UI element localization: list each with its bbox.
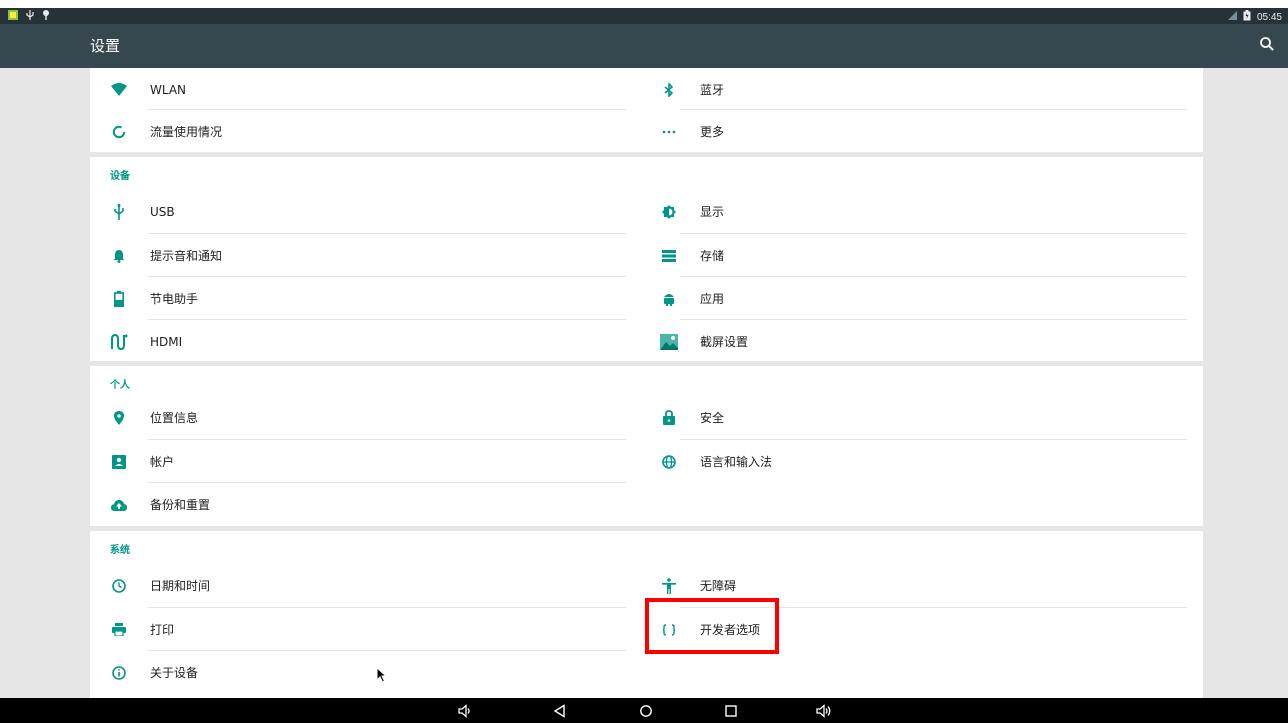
search-icon[interactable] <box>1258 35 1276 53</box>
bell-icon <box>110 247 128 265</box>
accessibility-icon <box>660 577 678 595</box>
setting-label: 蓝牙 <box>700 83 725 97</box>
lock-icon <box>660 409 678 427</box>
setting-label: 显示 <box>700 205 725 219</box>
globe-icon <box>660 453 678 471</box>
usb-notification-icon <box>26 10 34 23</box>
setting-label: 备份和重置 <box>150 498 211 512</box>
setting-label: 存储 <box>700 249 725 263</box>
setting-usb[interactable]: USB <box>90 190 605 233</box>
setting-label: 节电助手 <box>150 292 199 306</box>
setting-language[interactable]: 语言和输入法 <box>640 440 1185 483</box>
wifi-icon <box>110 81 128 99</box>
setting-label: 截屏设置 <box>700 335 749 349</box>
setting-date-time[interactable]: 日期和时间 <box>90 564 605 607</box>
info-icon <box>110 664 128 682</box>
app-bar: 设置 <box>0 24 1288 68</box>
status-icons-right: 05:45 <box>1227 10 1282 24</box>
section-header-system: 系统 <box>110 545 130 556</box>
storage-icon <box>660 247 678 265</box>
setting-security[interactable]: 安全 <box>640 396 1185 439</box>
setting-label: 流量使用情况 <box>150 125 223 139</box>
setting-apps[interactable]: 应用 <box>640 277 1185 320</box>
settings-canvas: WLAN 流量使用情况 蓝牙 更多 设备 USB 提示音和通知 节电助手 HDM… <box>0 68 1288 698</box>
setting-more[interactable]: 更多 <box>640 110 1185 153</box>
personal-card: 个人 位置信息 帐户 备份和重置 安全 语言和输入法 <box>90 366 1203 526</box>
page-title: 设置 <box>90 37 121 55</box>
mouse-cursor-icon <box>376 666 388 683</box>
setting-label: 应用 <box>700 292 725 306</box>
setting-sound[interactable]: 提示音和通知 <box>90 234 605 277</box>
setting-wlan[interactable]: WLAN <box>90 68 605 111</box>
setting-label: 更多 <box>700 125 725 139</box>
wireless-card: WLAN 流量使用情况 蓝牙 更多 <box>90 68 1203 152</box>
setting-label: 无障碍 <box>700 579 737 593</box>
setting-backup[interactable]: 备份和重置 <box>90 483 605 526</box>
no-sim-icon <box>1227 11 1237 23</box>
setting-display[interactable]: 显示 <box>640 190 1185 233</box>
data-usage-icon <box>110 123 128 141</box>
account-icon <box>110 453 128 471</box>
setting-storage[interactable]: 存储 <box>640 234 1185 277</box>
battery-icon <box>110 290 128 308</box>
volume-down-icon[interactable] <box>456 702 474 720</box>
setting-label: 日期和时间 <box>150 579 211 593</box>
status-icons-left <box>8 10 50 23</box>
setting-location[interactable]: 位置信息 <box>90 396 605 439</box>
setting-label: HDMI <box>150 334 183 349</box>
status-bar: 05:45 <box>0 8 1288 24</box>
debug-notification-icon <box>42 10 50 23</box>
setting-label: USB <box>150 204 175 219</box>
bluetooth-icon <box>660 81 678 99</box>
usb-icon <box>110 203 128 221</box>
setting-battery[interactable]: 节电助手 <box>90 277 605 320</box>
setting-label: 语言和输入法 <box>700 455 773 469</box>
setting-label: WLAN <box>150 82 187 97</box>
print-icon <box>110 621 128 639</box>
highlight-box <box>645 598 779 654</box>
location-icon <box>110 409 128 427</box>
setting-label: 关于设备 <box>150 666 199 680</box>
battery-status-icon <box>1243 10 1251 24</box>
device-card: 设备 USB 提示音和通知 节电助手 HDMI 显示 存储 应用 截屏设置 <box>90 157 1203 361</box>
screenshot-icon <box>660 333 678 351</box>
home-icon[interactable] <box>637 702 655 720</box>
setting-label: 提示音和通知 <box>150 249 223 263</box>
android-icon <box>660 290 678 308</box>
volume-up-icon[interactable] <box>815 702 833 720</box>
setting-label: 帐户 <box>150 455 175 469</box>
top-strip <box>0 0 1288 8</box>
setting-label: 位置信息 <box>150 411 199 425</box>
setting-label: 安全 <box>700 411 725 425</box>
setting-printing[interactable]: 打印 <box>90 608 605 651</box>
back-icon[interactable] <box>551 702 569 720</box>
clock-icon <box>110 577 128 595</box>
setting-about[interactable]: 关于设备 <box>90 651 605 694</box>
cloud-upload-icon <box>110 496 128 514</box>
setting-accounts[interactable]: 帐户 <box>90 440 605 483</box>
setting-screenshot[interactable]: 截屏设置 <box>640 320 1185 363</box>
setting-label: 打印 <box>150 623 175 637</box>
gallery-notification-icon <box>8 10 18 23</box>
setting-bluetooth[interactable]: 蓝牙 <box>640 68 1185 111</box>
navigation-bar <box>0 698 1288 723</box>
recents-icon[interactable] <box>722 702 740 720</box>
section-header-device: 设备 <box>110 171 130 182</box>
more-icon <box>660 123 678 141</box>
setting-hdmi[interactable]: HDMI <box>90 320 605 363</box>
brightness-icon <box>660 203 678 221</box>
setting-data-usage[interactable]: 流量使用情况 <box>90 110 605 153</box>
section-header-personal: 个人 <box>110 380 130 391</box>
hdmi-icon <box>110 333 128 351</box>
status-time: 05:45 <box>1256 11 1282 23</box>
